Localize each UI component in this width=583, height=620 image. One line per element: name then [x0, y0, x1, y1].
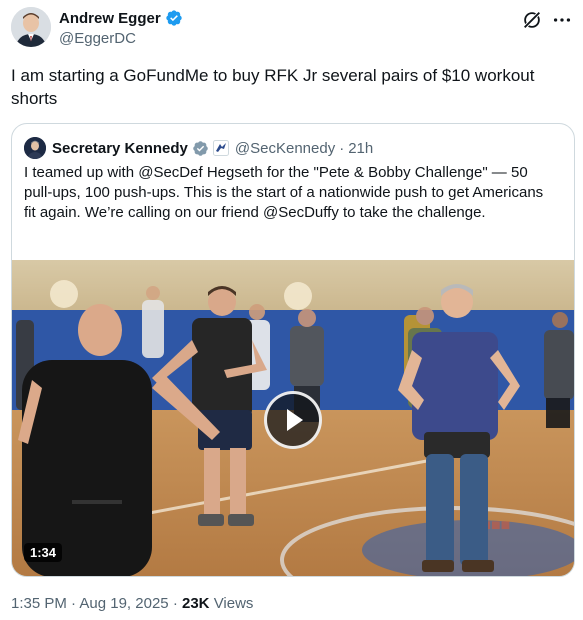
meta-separator: ·	[71, 595, 77, 612]
quoted-tweet-header: Secretary Kennedy @SecKennedy · 21h	[24, 136, 373, 160]
quoted-author-name[interactable]: Secretary Kennedy	[52, 140, 188, 157]
play-icon	[287, 409, 303, 431]
tweet-date[interactable]: Aug 19, 2025	[79, 595, 168, 612]
more-icon[interactable]	[551, 9, 573, 31]
government-affiliation-icon[interactable]	[212, 140, 229, 156]
tweet-header: Andrew Egger @EggerDC	[11, 7, 573, 51]
quoted-author-avatar[interactable]	[24, 137, 46, 159]
quoted-tweet-time[interactable]: 21h	[348, 140, 373, 157]
meta-separator: ·	[172, 595, 178, 612]
views-count: 23K	[181, 595, 210, 612]
government-verified-badge-icon	[193, 140, 208, 156]
quoted-tweet[interactable]: Secretary Kennedy @SecKennedy · 21h I te…	[11, 123, 575, 577]
author-handle[interactable]: @EggerDC	[59, 30, 136, 47]
quoted-tweet-text: I teamed up with @SecDef Hegseth for the…	[24, 164, 544, 221]
views-label: Views	[213, 595, 254, 612]
author-avatar[interactable]	[11, 7, 51, 47]
video-player[interactable]: ■■■■■	[12, 260, 574, 576]
quoted-author-handle[interactable]: @SecKennedy	[235, 140, 335, 157]
verified-badge-icon	[166, 10, 182, 26]
grok-icon[interactable]	[521, 9, 543, 31]
handle-time-separator: ·	[339, 139, 345, 157]
tweet-text: I am starting a GoFundMe to buy RFK Jr s…	[11, 66, 535, 108]
tweet-meta: 1:35 PM · Aug 19, 2025 · 23K Views	[11, 595, 253, 612]
tweet-time[interactable]: 1:35 PM	[11, 595, 67, 612]
author-name[interactable]: Andrew Egger	[59, 10, 161, 27]
video-duration: 1:34	[24, 543, 63, 562]
play-button[interactable]	[264, 391, 322, 449]
